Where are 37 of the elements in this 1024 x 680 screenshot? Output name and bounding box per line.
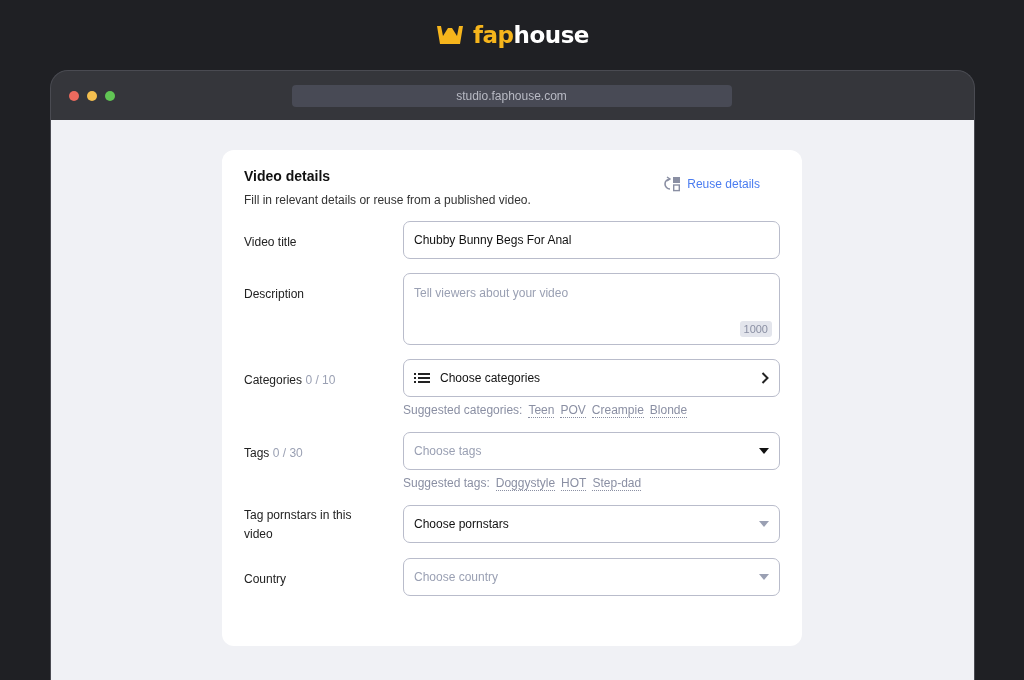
description-field[interactable]: Tell viewers about your video 1000 [403, 273, 780, 345]
title-input[interactable]: Chubby Bunny Begs For Anal [403, 221, 780, 259]
field-label: Tag pornstars in this video [244, 507, 353, 543]
suggestion-link[interactable]: POV [560, 403, 586, 418]
reuse-details-link[interactable]: Reuse details [662, 176, 760, 192]
field-label: Country [244, 571, 288, 588]
suggestions-label: Suggested categories: [403, 403, 523, 418]
card-subtitle: Fill in relevant details or reuse from a published video. [244, 193, 531, 207]
dropdown-field[interactable]: Choose country [403, 558, 780, 596]
categories-picker[interactable]: Choose categories [403, 359, 780, 397]
suggestions-label: Suggested tags: [403, 476, 490, 491]
dropdown-field[interactable]: Choose pornstars [403, 505, 780, 543]
suggestion-link[interactable]: Doggystyle [495, 476, 556, 491]
field-label: Tags 0 / 30 [244, 445, 304, 462]
field-label: Description [244, 286, 306, 303]
maximize-dot-icon[interactable] [104, 90, 115, 101]
dropdown-field[interactable]: Choose tags [403, 432, 780, 470]
caret-down-icon [759, 448, 769, 454]
list-icon [414, 372, 430, 384]
address-bar[interactable]: studio.faphouse.com [291, 84, 732, 107]
logo-wordmark: faphouse [473, 22, 589, 48]
field-label: Categories 0 / 10 [244, 372, 337, 389]
caret-down-icon [759, 521, 769, 527]
chevron-right-icon [761, 372, 769, 384]
minimize-dot-icon[interactable] [86, 90, 97, 101]
reuse-icon [662, 176, 683, 192]
close-dot-icon[interactable] [68, 90, 79, 101]
suggestion-link[interactable]: HOT [561, 476, 587, 491]
character-counter: 1000 [739, 321, 772, 337]
card-title: Video details [244, 168, 332, 184]
field-label: Video title [244, 234, 298, 251]
suggestion-link[interactable]: Creampie [591, 403, 644, 418]
caret-down-icon [759, 574, 769, 580]
suggestion-link[interactable]: Teen [528, 403, 555, 418]
suggestion-link[interactable]: Blonde [649, 403, 688, 418]
crown-icon [435, 24, 466, 46]
suggestion-link[interactable]: Step-dad [592, 476, 642, 491]
